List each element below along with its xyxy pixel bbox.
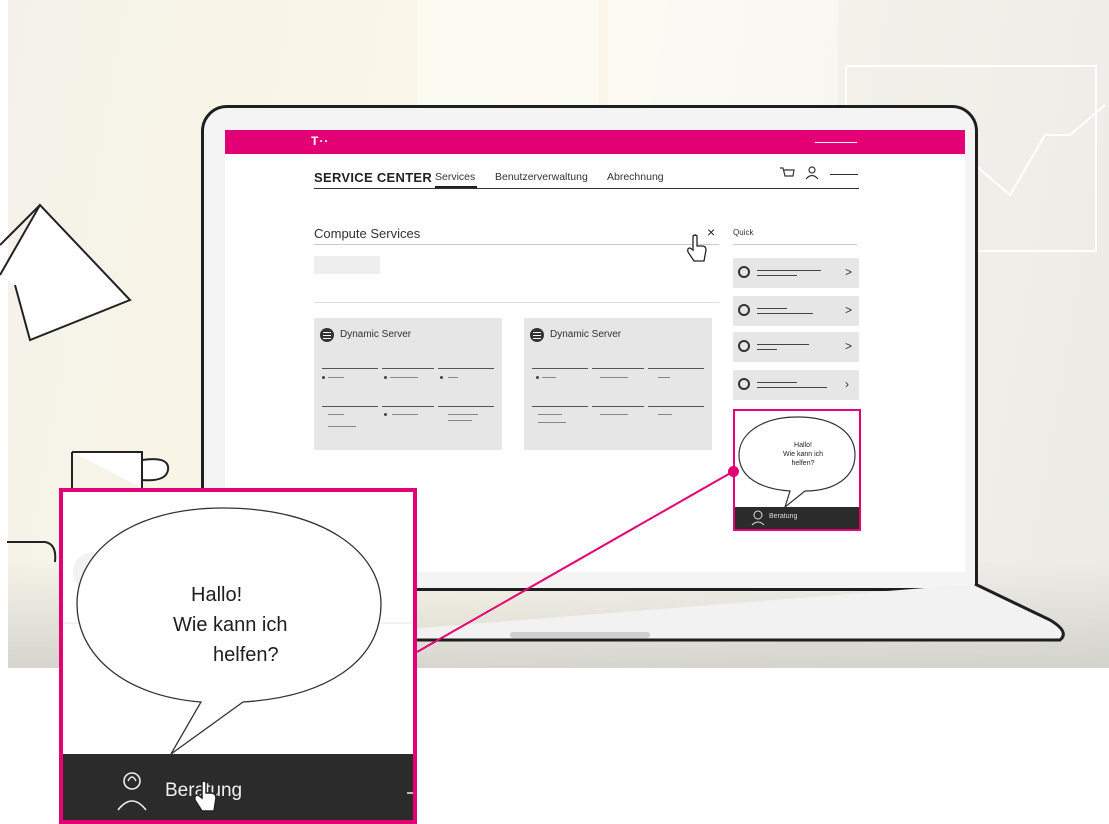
card-line xyxy=(448,414,478,415)
shield-icon xyxy=(738,304,750,316)
card-line xyxy=(382,368,434,369)
card-line xyxy=(322,406,378,407)
window-pane xyxy=(608,0,838,110)
quick-item-line xyxy=(757,387,827,388)
chat-greeting-line: helfen? xyxy=(213,644,279,666)
chat-widget-small[interactable]: Hallo! Wie kann ich helfen? Beratung xyxy=(733,409,861,531)
list-icon xyxy=(530,328,544,342)
clock-icon xyxy=(384,413,387,416)
plant-pot-illustration xyxy=(7,541,57,563)
chat-greeting-line: Hallo! xyxy=(794,442,812,449)
card-line xyxy=(328,426,356,427)
header-menu-line xyxy=(830,174,858,175)
headset-icon xyxy=(117,772,147,811)
gear-icon xyxy=(738,378,750,390)
user-icon[interactable] xyxy=(805,166,819,180)
card-line xyxy=(322,368,378,369)
quick-item-line xyxy=(757,344,809,345)
pin-icon xyxy=(322,376,325,379)
card-line xyxy=(392,414,418,415)
topbar-menu-line xyxy=(815,142,857,143)
quick-item[interactable]: › xyxy=(733,370,859,400)
card-line xyxy=(382,406,434,407)
quick-item[interactable]: > xyxy=(733,332,859,362)
nav-abrechnung[interactable]: Abrechnung xyxy=(607,171,664,183)
hand-cursor-icon xyxy=(194,780,217,812)
card-line xyxy=(448,420,472,421)
quick-item-line xyxy=(757,349,777,350)
chevron-right-icon: > xyxy=(845,339,853,353)
list-icon xyxy=(738,340,750,352)
card-line xyxy=(600,414,628,415)
nav-services[interactable]: Services xyxy=(435,171,475,183)
hand-cursor-icon xyxy=(687,234,707,262)
callout-dot xyxy=(728,466,739,477)
card-line xyxy=(448,377,458,378)
nav-benutzerverwaltung[interactable]: Benutzerverwaltung xyxy=(495,171,588,183)
card-line xyxy=(592,368,644,369)
chevron-right-icon: > xyxy=(845,265,853,279)
quick-item-line xyxy=(757,275,797,276)
beratung-button[interactable]: Beratung xyxy=(735,507,859,529)
chat-greeting-line: helfen? xyxy=(791,460,815,467)
quick-item-line xyxy=(757,270,821,271)
card-line xyxy=(438,406,494,407)
server-card[interactable]: Dynamic Server xyxy=(314,318,502,450)
server-card[interactable]: Dynamic Server xyxy=(524,318,712,450)
cart-icon[interactable] xyxy=(779,166,795,180)
card-line xyxy=(600,377,628,378)
beratung-button[interactable]: Beratung xyxy=(63,754,413,820)
quick-item-line xyxy=(757,313,813,314)
placeholder-field[interactable] xyxy=(314,256,380,274)
card-line xyxy=(658,377,670,378)
chat-greeting-line: Wie kann ich xyxy=(173,614,288,636)
chat-widget-zoomed[interactable]: Hallo! Wie kann ich helfen? Beratung xyxy=(59,488,417,824)
card-line xyxy=(328,414,344,415)
quick-label: Quick xyxy=(733,228,754,237)
chevron-right-icon: > xyxy=(845,303,853,317)
lamp-illustration xyxy=(0,203,132,342)
card-line xyxy=(658,414,672,415)
card-line xyxy=(438,368,494,369)
quick-item[interactable]: > xyxy=(733,258,859,288)
gear-icon xyxy=(440,376,443,379)
card-line xyxy=(538,422,566,423)
card-line xyxy=(532,406,588,407)
globe-icon xyxy=(738,266,750,278)
card-line xyxy=(328,377,344,378)
bar-edge-line xyxy=(407,792,413,794)
header-divider xyxy=(314,188,859,189)
chat-greeting: Hallo! Wie kann ich helfen? xyxy=(771,441,835,468)
card-line xyxy=(538,414,562,415)
chevron-right-icon: › xyxy=(845,377,849,391)
chat-greeting-line: Wie kann ich xyxy=(782,451,824,458)
service-center-title[interactable]: SERVICE CENTER xyxy=(314,170,432,185)
card-line xyxy=(648,368,704,369)
card-line xyxy=(648,406,704,407)
headset-icon xyxy=(751,510,765,526)
quick-item-line xyxy=(757,308,787,309)
section-title: Compute Services xyxy=(314,226,421,241)
telekom-logo[interactable]: T·· xyxy=(311,134,329,148)
card-line xyxy=(390,377,418,378)
top-brand-bar: T·· xyxy=(225,130,965,154)
beratung-label: Beratung xyxy=(769,513,798,520)
quick-item-line xyxy=(757,382,797,383)
list-icon xyxy=(320,328,334,342)
section-divider xyxy=(314,244,719,245)
mug-illustration xyxy=(71,451,170,488)
card-line xyxy=(532,368,588,369)
pencil-icon xyxy=(384,376,387,379)
chat-greeting-line: Hallo! xyxy=(191,584,243,606)
quick-item[interactable]: > xyxy=(733,296,859,326)
quick-divider xyxy=(733,244,857,245)
card-line xyxy=(592,406,644,407)
card-title: Dynamic Server xyxy=(550,329,622,340)
card-title: Dynamic Server xyxy=(340,329,412,340)
window-pane xyxy=(418,0,598,110)
content-divider xyxy=(314,302,719,303)
card-line xyxy=(542,377,556,378)
pin-icon xyxy=(536,376,539,379)
